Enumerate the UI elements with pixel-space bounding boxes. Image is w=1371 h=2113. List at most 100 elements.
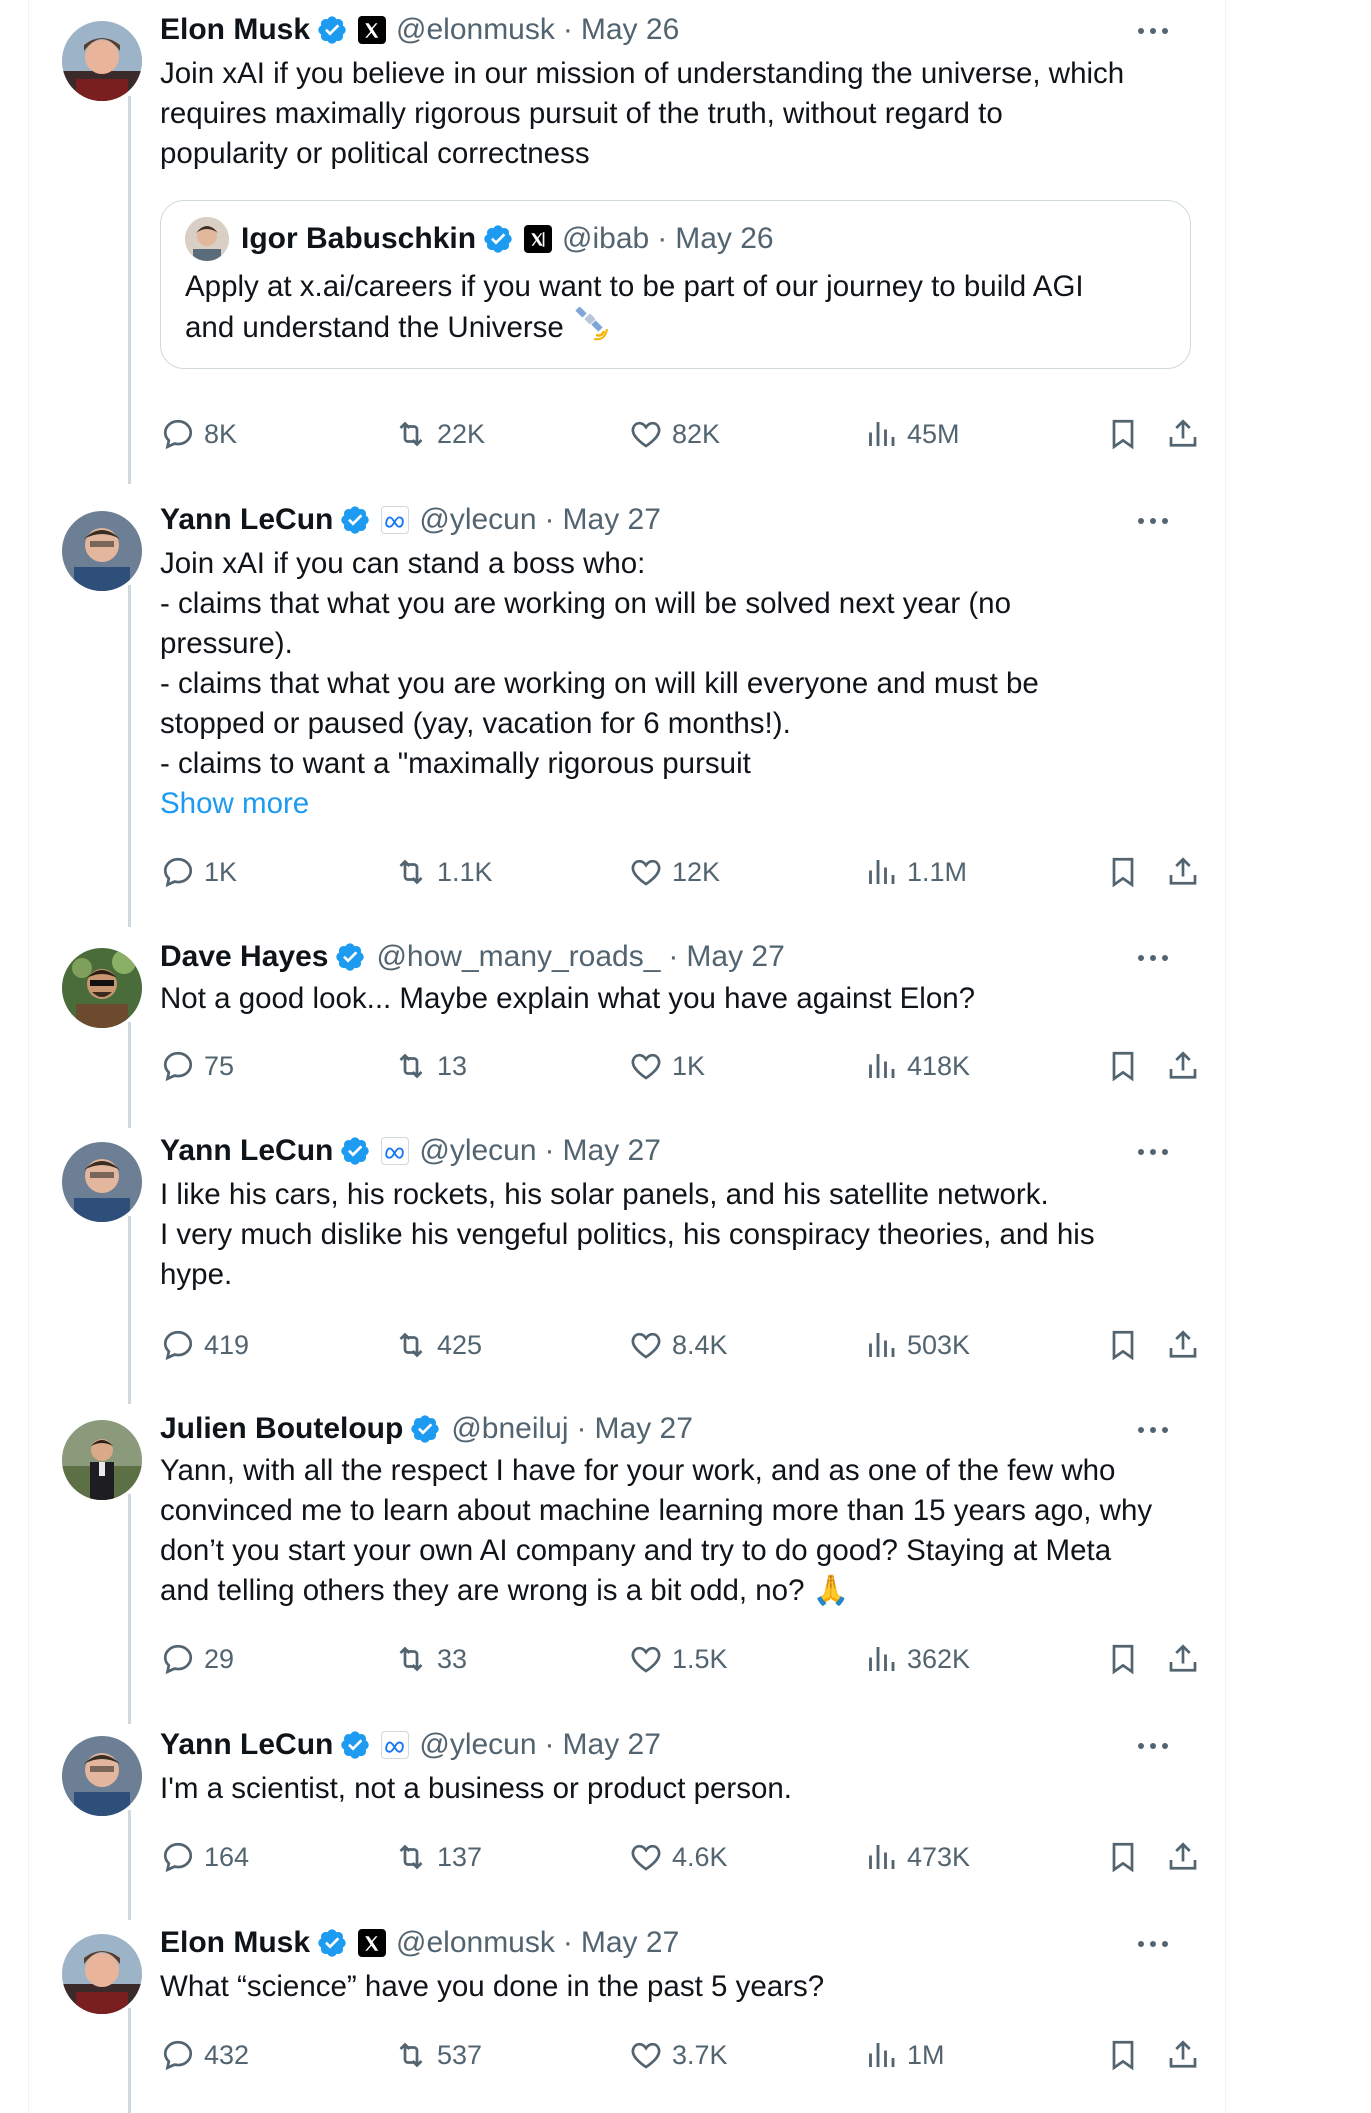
more-icon[interactable]: [1138, 943, 1168, 973]
views-button[interactable]: 418K: [863, 1044, 970, 1088]
display-name[interactable]: Elon Musk: [160, 13, 310, 47]
bookmark-button[interactable]: [1105, 412, 1149, 456]
reply-button[interactable]: 1K: [160, 850, 237, 894]
bookmark-button[interactable]: [1105, 1323, 1149, 1367]
tweet-header: Yann LeCun @ylecun · May 27: [160, 1134, 661, 1168]
avatar[interactable]: [62, 1736, 142, 1816]
handle[interactable]: @ylecun: [419, 503, 536, 537]
retweet-button[interactable]: 425: [393, 1323, 482, 1367]
share-button[interactable]: [1165, 1637, 1209, 1681]
views-icon: [869, 422, 895, 446]
retweet-count: 537: [437, 2039, 483, 2070]
views-button[interactable]: 503K: [863, 1323, 970, 1367]
more-icon[interactable]: [1138, 1731, 1168, 1761]
views-button[interactable]: 362K: [863, 1637, 970, 1681]
timestamp[interactable]: May 26: [581, 13, 679, 47]
views-button[interactable]: 1M: [863, 2033, 945, 2077]
avatar[interactable]: [62, 511, 142, 591]
handle[interactable]: @elonmusk: [396, 13, 555, 47]
avatar[interactable]: [62, 1420, 142, 1500]
more-icon[interactable]: [1138, 16, 1168, 46]
timestamp[interactable]: May 27: [563, 1134, 661, 1168]
more-icon[interactable]: [1138, 1415, 1168, 1445]
like-count: 3.7K: [672, 2039, 728, 2070]
handle[interactable]: @how_many_roads_: [376, 940, 660, 974]
bookmark-icon: [1112, 1330, 1134, 1361]
retweet-count: 13: [437, 1050, 468, 1081]
verified-badge-icon: [411, 1415, 439, 1443]
views-button[interactable]: 45M: [863, 412, 960, 456]
like-button[interactable]: 1K: [628, 1044, 705, 1088]
display-name[interactable]: Yann LeCun: [160, 1134, 333, 1168]
display-name[interactable]: Julien Bouteloup: [160, 1412, 403, 1446]
reply-button[interactable]: 29: [160, 1637, 234, 1681]
views-button[interactable]: 1.1M: [863, 850, 967, 894]
display-name: Igor Babuschkin: [241, 222, 477, 255]
bookmark-button[interactable]: [1105, 850, 1149, 894]
more-icon[interactable]: [1138, 1929, 1168, 1959]
reply-button[interactable]: 432: [160, 2033, 249, 2077]
views-button[interactable]: 473K: [863, 1835, 970, 1879]
timestamp[interactable]: May 27: [563, 503, 661, 537]
display-name[interactable]: Yann LeCun: [160, 1728, 333, 1762]
display-name[interactable]: Elon Musk: [160, 1926, 310, 1960]
display-name[interactable]: Yann LeCun: [160, 503, 333, 537]
reply-button[interactable]: 164: [160, 1835, 249, 1879]
bookmark-icon: [1112, 1644, 1134, 1675]
bookmark-icon: [1112, 419, 1134, 450]
retweet-button[interactable]: 537: [393, 2033, 482, 2077]
display-name[interactable]: Dave Hayes: [160, 940, 328, 974]
like-button[interactable]: 3.7K: [628, 2033, 728, 2077]
bookmark-button[interactable]: [1105, 1835, 1149, 1879]
reply-count: 75: [204, 1050, 235, 1081]
reply-icon: [163, 857, 193, 888]
like-icon: [631, 421, 661, 448]
satellite-emoji: [575, 307, 609, 341]
share-button[interactable]: [1165, 1835, 1209, 1879]
retweet-button[interactable]: 22K: [393, 412, 485, 456]
avatar[interactable]: [62, 1142, 142, 1222]
like-icon: [631, 1844, 661, 1871]
bookmark-button[interactable]: [1105, 1044, 1149, 1088]
retweet-button[interactable]: 33: [393, 1637, 467, 1681]
handle[interactable]: @ylecun: [419, 1728, 536, 1762]
timestamp[interactable]: May 27: [581, 1926, 679, 1960]
verified-badge-icon: [336, 943, 365, 971]
bookmark-button[interactable]: [1105, 1637, 1149, 1681]
handle[interactable]: @ylecun: [419, 1134, 536, 1168]
like-button[interactable]: 8.4K: [628, 1323, 728, 1367]
like-icon: [631, 1646, 661, 1673]
share-button[interactable]: [1165, 2033, 1209, 2077]
reply-button[interactable]: 8K: [160, 412, 237, 456]
reply-button[interactable]: 419: [160, 1323, 249, 1367]
more-icon[interactable]: [1138, 1137, 1168, 1167]
timestamp[interactable]: May 27: [563, 1728, 661, 1762]
like-button[interactable]: 1.5K: [628, 1637, 728, 1681]
share-button[interactable]: [1165, 1044, 1209, 1088]
handle[interactable]: @bneiluj: [451, 1412, 568, 1446]
share-icon: [1169, 1051, 1197, 1079]
share-button[interactable]: [1165, 850, 1209, 894]
quoted-tweet[interactable]: Igor Babuschkin @ibab · May 26 Apply at …: [160, 200, 1191, 369]
timestamp[interactable]: May 27: [595, 1412, 693, 1446]
avatar[interactable]: [62, 21, 142, 101]
handle[interactable]: @elonmusk: [396, 1926, 555, 1960]
share-button[interactable]: [1165, 412, 1209, 456]
retweet-button[interactable]: 13: [393, 1044, 467, 1088]
retweet-button[interactable]: 1.1K: [393, 850, 493, 894]
reply-count: 164: [204, 1841, 250, 1872]
avatar[interactable]: [62, 1934, 142, 2014]
timestamp[interactable]: May 27: [686, 940, 784, 974]
more-icon[interactable]: [1138, 506, 1168, 536]
avatar[interactable]: [62, 948, 142, 1028]
retweet-button[interactable]: 137: [393, 1835, 482, 1879]
reply-icon: [163, 1644, 193, 1675]
like-button[interactable]: 12K: [628, 850, 720, 894]
reply-button[interactable]: 75: [160, 1044, 234, 1088]
share-button[interactable]: [1165, 1323, 1209, 1367]
like-button[interactable]: 82K: [628, 412, 720, 456]
show-more-link[interactable]: Show more: [160, 784, 1220, 824]
bookmark-button[interactable]: [1105, 2033, 1149, 2077]
views-count: 503K: [907, 1329, 971, 1360]
like-button[interactable]: 4.6K: [628, 1835, 728, 1879]
